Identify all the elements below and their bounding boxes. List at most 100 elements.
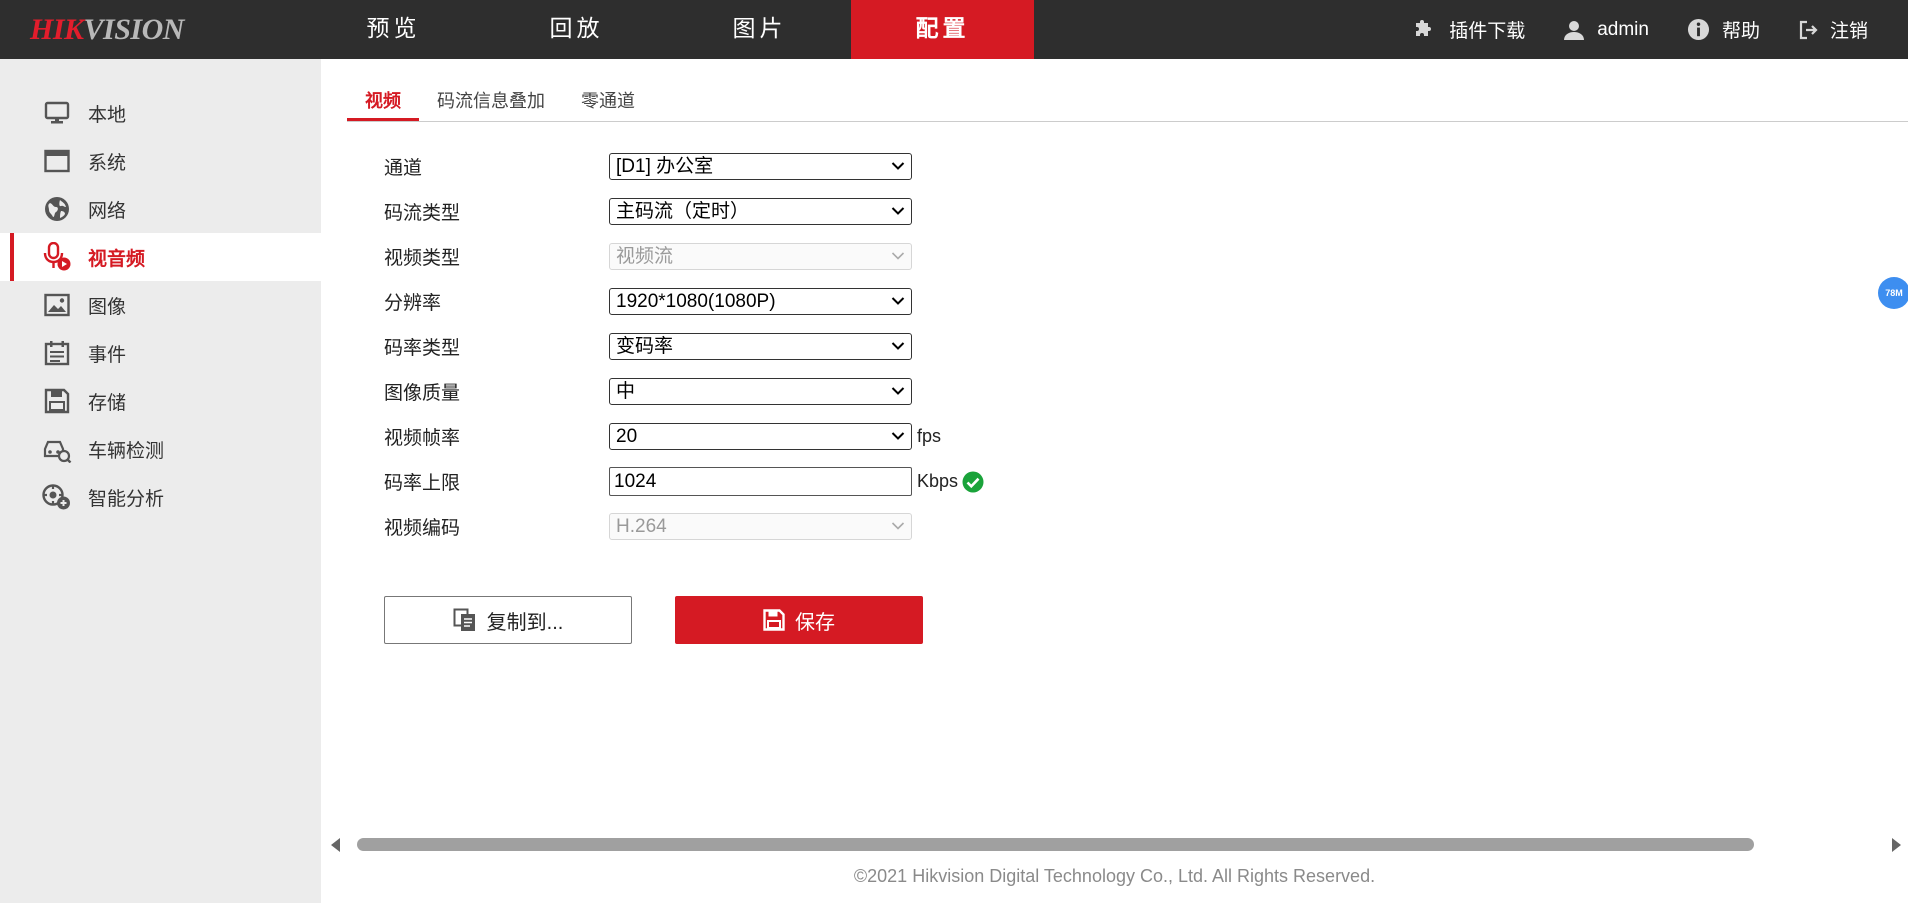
video-type-select: 视频流 [609, 243, 912, 270]
resolution-label: 分辨率 [384, 293, 442, 314]
sidebar-item-label: 系统 [88, 152, 127, 174]
stream-type-label: 码流类型 [384, 203, 461, 224]
calendar-icon [42, 338, 72, 368]
sidebar-item-vehicle-detection[interactable]: 车辆检测 [0, 425, 321, 473]
main-content: 视频 码流信息叠加 零通道 通道 [D1] 办公室 码流类型 主码流（定时） 视… [321, 59, 1908, 903]
scrollbar-thumb[interactable] [357, 838, 1754, 851]
logout-link[interactable]: 注销 [1798, 16, 1868, 43]
sidebar-item-local[interactable]: 本地 [0, 89, 321, 137]
user-menu[interactable]: admin [1563, 19, 1649, 41]
sidebar-item-event[interactable]: 事件 [0, 329, 321, 377]
chevron-down-icon [891, 207, 905, 215]
logout-icon [1799, 20, 1818, 39]
top-bar: HIKVISION 预览 回放 图片 配置 插件下载 admin 帮助 注销 [0, 0, 1908, 59]
user-icon [1564, 20, 1585, 40]
channel-label: 通道 [384, 158, 423, 179]
nav-picture[interactable]: 图片 [668, 0, 851, 59]
row-bitrate-type: 码率类型 变码率 [384, 324, 984, 369]
chevron-down-icon [891, 522, 905, 530]
chevron-down-icon [891, 387, 905, 395]
globe-icon [42, 194, 72, 224]
save-button[interactable]: 保存 [675, 596, 923, 644]
microphone-icon [42, 242, 72, 272]
copy-to-label: 复制到... [486, 611, 564, 634]
horizontal-scrollbar[interactable] [331, 832, 1901, 856]
row-stream-type: 码流类型 主码流（定时） [384, 189, 984, 234]
fps-unit: fps [917, 426, 942, 446]
sidebar-menu: 本地 系统 网络 视音频 图像 事件 存储 车辆检测 智能分析 [0, 89, 321, 521]
sidebar-item-label: 网络 [88, 200, 127, 222]
bitrate-limit-label: 码率上限 [384, 473, 461, 494]
sidebar: 本地 系统 网络 视音频 图像 事件 存储 车辆检测 智能分析 [0, 59, 321, 903]
username-label: admin [1597, 18, 1649, 40]
sidebar-item-label: 图像 [88, 296, 127, 318]
nav-configuration[interactable]: 配置 [851, 0, 1034, 59]
video-type-label: 视频类型 [384, 248, 461, 269]
row-video-encoding: 视频编码 H.264 [384, 504, 984, 549]
row-image-quality: 图像质量 中 [384, 369, 984, 414]
row-resolution: 分辨率 1920*1080(1080P) [384, 279, 984, 324]
copy-icon [453, 608, 475, 631]
stream-type-select[interactable]: 主码流（定时） [609, 198, 912, 225]
sidebar-item-network[interactable]: 网络 [0, 185, 321, 233]
sidebar-item-label: 智能分析 [88, 488, 165, 510]
copy-to-button[interactable]: 复制到... [384, 596, 632, 644]
image-quality-select[interactable]: 中 [609, 378, 912, 405]
top-right-menu: 插件下载 admin 帮助 注销 [1375, 0, 1868, 59]
nav-preview[interactable]: 预览 [302, 0, 485, 59]
tabs-divider [347, 121, 1908, 122]
frame-rate-label: 视频帧率 [384, 428, 461, 449]
plugin-download-link[interactable]: 插件下载 [1413, 16, 1525, 43]
sidebar-item-storage[interactable]: 存储 [0, 377, 321, 425]
smart-analysis-icon [42, 482, 72, 512]
bitrate-type-select[interactable]: 变码率 [609, 333, 912, 360]
row-frame-rate: 视频帧率 20 fps [384, 414, 984, 459]
sidebar-item-label: 视音频 [88, 248, 146, 270]
row-channel: 通道 [D1] 办公室 [384, 144, 984, 189]
save-label: 保存 [795, 611, 835, 634]
sidebar-item-label: 车辆检测 [88, 440, 165, 462]
sidebar-item-audio-video[interactable]: 视音频 [0, 233, 321, 281]
video-encoding-label: 视频编码 [384, 518, 461, 539]
video-settings-form: 通道 [D1] 办公室 码流类型 主码流（定时） 视频类型 视频流 分辨率 19… [384, 144, 984, 549]
chevron-down-icon [891, 252, 905, 260]
floating-memory-badge[interactable]: 78M [1878, 277, 1908, 309]
hikvision-logo: HIKVISION [30, 13, 184, 46]
row-video-type: 视频类型 视频流 [384, 234, 984, 279]
save-icon [763, 609, 785, 631]
monitor-icon [42, 98, 72, 128]
config-tabs: 视频 码流信息叠加 零通道 [347, 81, 653, 121]
sidebar-item-label: 本地 [88, 104, 127, 126]
main-nav: 预览 回放 图片 配置 [302, 0, 1034, 59]
puzzle-icon [1416, 19, 1432, 36]
tab-zero-channel[interactable]: 零通道 [563, 81, 653, 121]
window-icon [42, 146, 72, 176]
bitrate-type-label: 码率类型 [384, 338, 461, 359]
resolution-select[interactable]: 1920*1080(1080P) [609, 288, 912, 315]
check-circle-icon [962, 471, 984, 493]
scroll-left-arrow-icon[interactable] [331, 838, 341, 852]
sidebar-item-label: 存储 [88, 392, 127, 414]
scroll-right-arrow-icon[interactable] [1891, 838, 1901, 852]
sidebar-item-smart-analysis[interactable]: 智能分析 [0, 473, 321, 521]
help-link[interactable]: 帮助 [1687, 16, 1760, 43]
sidebar-item-image[interactable]: 图像 [0, 281, 321, 329]
sidebar-item-label: 事件 [88, 344, 127, 366]
copyright-footer: ©2021 Hikvision Digital Technology Co., … [853, 866, 1376, 886]
channel-select[interactable]: [D1] 办公室 [609, 153, 912, 180]
frame-rate-select[interactable]: 20 [609, 423, 912, 450]
nav-playback[interactable]: 回放 [485, 0, 668, 59]
chevron-down-icon [891, 297, 905, 305]
logout-label: 注销 [1829, 21, 1868, 42]
kbps-unit: Kbps [917, 471, 959, 491]
tab-stream-info-overlay[interactable]: 码流信息叠加 [419, 81, 563, 121]
video-encoding-select: H.264 [609, 513, 912, 540]
plugin-download-label: 插件下载 [1449, 21, 1526, 42]
chevron-down-icon [891, 342, 905, 350]
image-icon [42, 290, 72, 320]
tab-video[interactable]: 视频 [347, 81, 419, 121]
sidebar-item-system[interactable]: 系统 [0, 137, 321, 185]
bitrate-limit-input[interactable] [609, 467, 912, 496]
help-label: 帮助 [1721, 21, 1760, 42]
floppy-icon [42, 386, 72, 416]
